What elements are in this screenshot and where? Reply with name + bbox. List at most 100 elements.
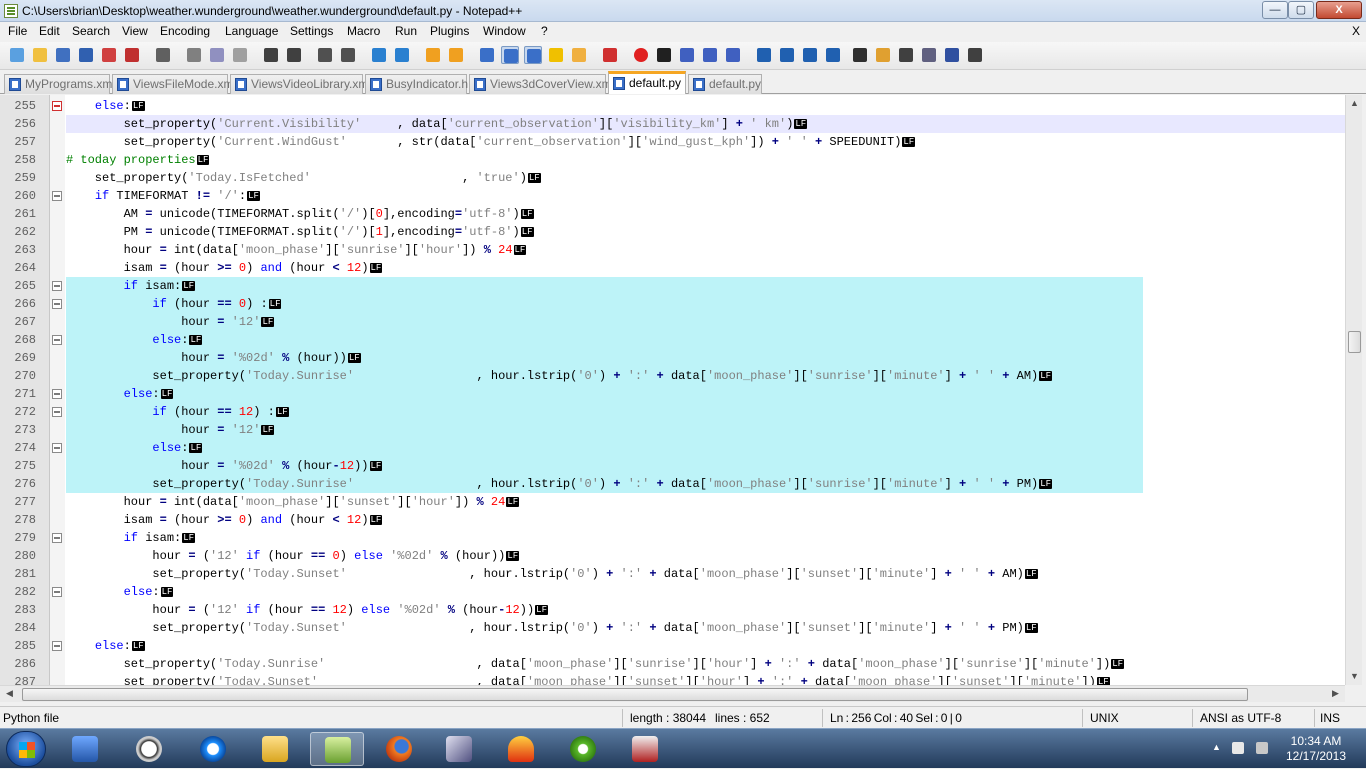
taskbar-filezilla[interactable] [618,732,672,766]
code-line[interactable]: 270 set_property('Today.Sunrise' , hour.… [0,367,1345,385]
menu-plugins[interactable]: Plugins [430,24,469,38]
close-file-button[interactable] [100,46,118,64]
code-line[interactable]: 256 set_property('Current.Visibility' , … [0,115,1345,133]
save-macro-button[interactable] [724,46,742,64]
prev-button[interactable] [778,46,796,64]
zoom-out-button[interactable] [393,46,411,64]
code-line[interactable]: 265 if isam: LF [0,277,1345,295]
zoom-in-button[interactable] [370,46,388,64]
code-line[interactable]: 266 if (hour == 0) : LF [0,295,1345,313]
fold-toggle-icon[interactable] [52,533,62,543]
sync-vertical-button[interactable] [424,46,442,64]
taskbar-clock-app[interactable] [122,732,176,766]
code-line[interactable]: 281 set_property('Today.Sunset' , hour.l… [0,565,1345,583]
code-line[interactable]: 282 else: LF [0,583,1345,601]
indent-guide-button[interactable] [524,46,542,64]
code-line[interactable]: 264 isam = (hour >= 0) and (hour < 12) LF [0,259,1345,277]
tab-myprograms[interactable]: MyPrograms.xml [4,74,115,94]
taskbar-firefox[interactable] [372,732,426,766]
code-line[interactable]: 272 if (hour == 12) : LF [0,403,1345,421]
minimize-button[interactable]: — [1262,1,1288,19]
horizontal-scroll-thumb[interactable] [22,688,1248,701]
horizontal-scrollbar[interactable]: ◀ ▶ [0,685,1345,702]
code-line[interactable]: 277 hour = int(data['moon_phase']['sunse… [0,493,1345,511]
redo-button[interactable] [285,46,303,64]
doc-map-button[interactable] [570,46,588,64]
menu-encoding[interactable]: Encoding [160,24,210,38]
copy-button[interactable] [208,46,226,64]
tab-default-py-active[interactable]: default.py [608,71,686,94]
code-line[interactable]: 280 hour = ('12' if (hour == 0) else '%0… [0,547,1345,565]
new-file-button[interactable] [8,46,26,64]
menu-run[interactable]: Run [395,24,417,38]
highlight-button[interactable] [874,46,892,64]
code-line[interactable]: 257 set_property('Current.WindGust' , st… [0,133,1345,151]
taskbar-notepadpp[interactable] [310,732,364,766]
code-line[interactable]: 274 else: LF [0,439,1345,457]
code-line[interactable]: 273 hour = '12' LF [0,421,1345,439]
code-editor[interactable]: 255 else: LF 256 set_property('Current.Vis… [0,95,1345,685]
close-document-button[interactable]: X [1352,24,1360,38]
code-line[interactable]: 262 PM = unicode(TIMEFORMAT.split('/')[1… [0,223,1345,241]
replace-button[interactable] [339,46,357,64]
tab-busyindicator[interactable]: BusyIndicator.h [365,74,468,94]
taskbar-burner-app[interactable] [494,732,548,766]
code-line[interactable]: 278 isam = (hour >= 0) and (hour < 12) LF [0,511,1345,529]
fold-toggle-icon[interactable] [52,587,62,597]
compare-button[interactable] [897,46,915,64]
fold-toggle-icon[interactable] [52,443,62,453]
code-line[interactable]: 286 set_property('Today.Sunrise' , data[… [0,655,1345,673]
show-hidden-icons-icon[interactable]: ▲ [1212,742,1224,754]
collapse-button[interactable] [755,46,773,64]
maximize-button[interactable]: ▢ [1288,1,1314,19]
function-list-button[interactable] [601,46,619,64]
fold-toggle-icon[interactable] [52,335,62,345]
code-line[interactable]: 260 if TIMEFORMAT != '/': LF [0,187,1345,205]
taskbar-media-player[interactable] [58,732,112,766]
code-line[interactable]: 255 else: LF [0,97,1345,115]
network-icon[interactable] [1256,742,1268,754]
record-macro-button[interactable] [632,46,650,64]
code-line[interactable]: 259 set_property('Today.IsFetched' , 'tr… [0,169,1345,187]
code-line[interactable]: 276 set_property('Today.Sunrise' , hour.… [0,475,1345,493]
scroll-right-arrow[interactable]: ▶ [1332,688,1339,699]
code-line[interactable]: 284 set_property('Today.Sunset' , hour.l… [0,619,1345,637]
menu-file[interactable]: File [8,24,27,38]
code-line[interactable]: 263 hour = int(data['moon_phase']['sunri… [0,241,1345,259]
close-button[interactable]: X [1316,1,1362,19]
fold-toggle-icon[interactable] [52,299,62,309]
find-button[interactable] [316,46,334,64]
stop-record-button[interactable] [655,46,673,64]
open-file-button[interactable] [31,46,49,64]
print-button[interactable] [154,46,172,64]
code-line[interactable]: 283 hour = ('12' if (hour == 12) else '%… [0,601,1345,619]
code-line[interactable]: 267 hour = '12' LF [0,313,1345,331]
taskbar-utorrent[interactable] [556,732,610,766]
scroll-up-arrow[interactable]: ▲ [1350,98,1359,108]
code-line[interactable]: 269 hour = '%02d' % (hour)) LF [0,349,1345,367]
print-preview-button[interactable] [966,46,984,64]
scroll-left-arrow[interactable]: ◀ [6,688,13,699]
code-line[interactable]: 285 else: LF [0,637,1345,655]
tab-default-py[interactable]: default.py [688,74,762,94]
paste-button[interactable] [231,46,249,64]
plugin-button[interactable] [920,46,938,64]
tab-viewsfilemode[interactable]: ViewsFileMode.xml [112,74,236,94]
clock[interactable]: 10:34 AM 12/17/2013 [1280,734,1352,764]
code-line[interactable]: 258 # today properties LF [0,151,1345,169]
code-line[interactable]: 268 else: LF [0,331,1345,349]
tab-views3dcoverview[interactable]: Views3dCoverView.xml [469,74,614,94]
tab-viewsvideolibrary[interactable]: ViewsVideoLibrary.xml [230,74,371,94]
code-line[interactable]: 261 AM = unicode(TIMEFORMAT.split('/')[0… [0,205,1345,223]
spell-button[interactable] [943,46,961,64]
fold-toggle-icon[interactable] [52,101,62,111]
menu-window[interactable]: Window [483,24,526,38]
code-line[interactable]: 271 else: LF [0,385,1345,403]
menu-settings[interactable]: Settings [290,24,333,38]
vertical-scroll-thumb[interactable] [1348,331,1361,353]
taskbar-internet-explorer[interactable] [186,732,240,766]
save-all-button[interactable] [77,46,95,64]
expand-button[interactable] [824,46,842,64]
menu-macro[interactable]: Macro [347,24,380,38]
undo-button[interactable] [262,46,280,64]
